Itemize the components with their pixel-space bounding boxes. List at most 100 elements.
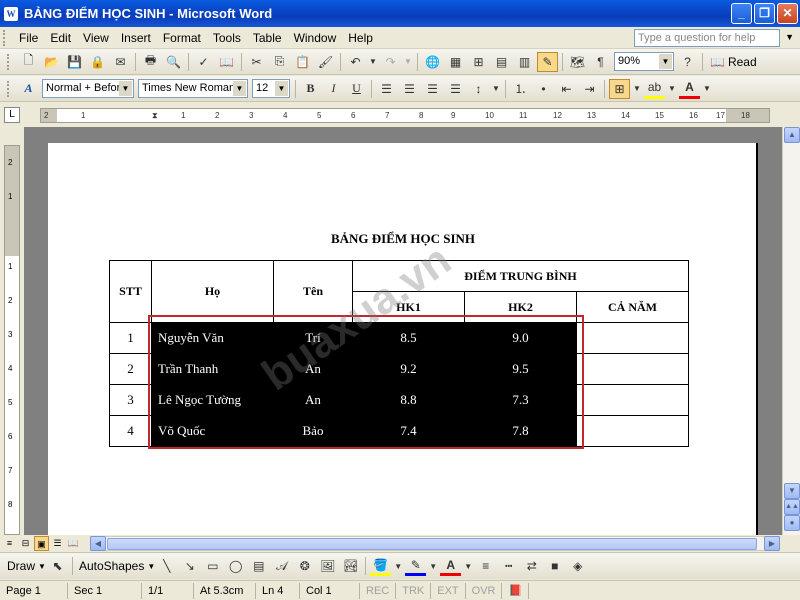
3d-style-icon[interactable]: ◈ — [567, 556, 588, 576]
menu-edit[interactable]: Edit — [44, 31, 77, 45]
header-ca-nam[interactable]: CẢ NĂM — [576, 291, 689, 323]
print-layout-icon[interactable]: ▣ — [34, 536, 49, 551]
email-icon[interactable]: ✉ — [110, 52, 131, 72]
arrow-style-icon[interactable]: ⇄ — [521, 556, 542, 576]
tab-selector[interactable]: L — [4, 107, 20, 123]
bold-button[interactable]: B — [300, 79, 321, 99]
line-style-icon[interactable]: ≡ — [475, 556, 496, 576]
align-right-icon[interactable]: ☰ — [422, 79, 443, 99]
draw-dropdown-icon[interactable]: ▼ — [38, 562, 46, 571]
cell-hk2[interactable]: 9.0 — [464, 322, 577, 354]
cell-ca-nam[interactable] — [576, 353, 689, 385]
horizontal-ruler[interactable]: 2 1 ⧗ 1 2 3 4 5 6 7 8 9 10 11 12 13 14 1… — [40, 108, 770, 123]
oval-icon[interactable]: ◯ — [225, 556, 246, 576]
read-button[interactable]: 📖 Read — [706, 55, 761, 69]
status-rec[interactable]: REC — [360, 582, 397, 599]
menu-table[interactable]: Table — [247, 31, 288, 45]
line-color-dropdown-icon[interactable]: ▼ — [428, 556, 438, 576]
cut-icon[interactable]: ✂ — [246, 52, 267, 72]
scroll-down-icon[interactable]: ▼ — [784, 483, 800, 499]
cell-ten[interactable]: Bảo — [273, 415, 353, 447]
header-stt[interactable]: STT — [109, 260, 152, 323]
print-preview-icon[interactable]: 🔍 — [163, 52, 184, 72]
reading-layout-icon[interactable]: 📖 — [66, 536, 81, 551]
horizontal-scroll-thumb[interactable] — [107, 538, 757, 550]
show-hide-icon[interactable]: ¶ — [590, 52, 611, 72]
spelling-status-icon[interactable]: 📕 — [502, 582, 530, 599]
document-area[interactable]: BẢNG ĐIỂM HỌC SINH STT Họ Tên ĐIỂM TRUNG… — [24, 127, 782, 535]
menu-insert[interactable]: Insert — [115, 31, 157, 45]
ruler-indent-marker[interactable]: ⧗ — [152, 111, 158, 121]
drawing-icon[interactable]: ✎ — [537, 51, 558, 72]
underline-button[interactable]: U — [346, 79, 367, 99]
increase-indent-icon[interactable]: ⇥ — [579, 79, 600, 99]
scroll-left-icon[interactable]: ◀ — [90, 536, 106, 551]
word-app-icon[interactable]: W — [4, 6, 18, 21]
header-diem-trung-binh[interactable]: ĐIỂM TRUNG BÌNH — [352, 260, 689, 292]
cell-hk1[interactable]: 9.2 — [352, 353, 465, 385]
menu-help[interactable]: Help — [342, 31, 379, 45]
clip-art-icon[interactable]: 🖼 — [317, 556, 338, 576]
cell-stt[interactable]: 2 — [109, 353, 152, 385]
picture-icon[interactable]: 🏞 — [340, 556, 361, 576]
cell-hk1[interactable]: 8.8 — [352, 384, 465, 416]
vertical-scrollbar[interactable]: ▲ ▼ ▲▲ ● — [782, 127, 800, 535]
cell-ho[interactable]: Võ Quốc — [151, 415, 274, 447]
autoshapes-menu[interactable]: AutoShapes — [76, 559, 147, 573]
diagram-icon[interactable]: ❂ — [294, 556, 315, 576]
draw-font-color-icon[interactable]: A — [440, 556, 462, 576]
cell-stt[interactable]: 1 — [109, 322, 152, 354]
toolbar-grip-handle[interactable] — [7, 53, 13, 70]
status-ext[interactable]: EXT — [431, 582, 466, 599]
font-color-dropdown-icon[interactable]: ▼ — [702, 79, 712, 99]
previous-page-icon[interactable]: ▲▲ — [784, 499, 800, 515]
redo-icon[interactable]: ↷ — [380, 52, 401, 72]
fill-color-dropdown-icon[interactable]: ▼ — [393, 556, 403, 576]
save-icon[interactable]: 💾 — [64, 52, 85, 72]
cell-ca-nam[interactable] — [576, 322, 689, 354]
rectangle-icon[interactable]: ▭ — [202, 556, 223, 576]
cell-hk1[interactable]: 8.5 — [352, 322, 465, 354]
bullets-icon[interactable]: • — [533, 79, 554, 99]
spelling-icon[interactable]: ✓ — [193, 52, 214, 72]
select-objects-icon[interactable]: ⬉ — [47, 556, 68, 576]
dash-style-icon[interactable]: ┅ — [498, 556, 519, 576]
draw-menu[interactable]: Draw — [4, 559, 38, 573]
shadow-style-icon[interactable]: ■ — [544, 556, 565, 576]
text-box-icon[interactable]: ▤ — [248, 556, 269, 576]
header-ten[interactable]: Tên — [273, 260, 353, 323]
tables-borders-icon[interactable]: ▦ — [445, 52, 466, 72]
zoom-dropdown-icon[interactable]: ▼ — [659, 54, 672, 69]
columns-icon[interactable]: ▥ — [514, 52, 535, 72]
font-size-dropdown-icon[interactable]: ▼ — [275, 81, 288, 96]
cell-ca-nam[interactable] — [576, 415, 689, 447]
ask-dropdown-icon[interactable]: ▼ — [785, 32, 794, 42]
new-document-icon[interactable]: 🗋 — [18, 52, 39, 72]
line-spacing-icon[interactable]: ↕ — [468, 79, 489, 99]
align-center-icon[interactable]: ☰ — [399, 79, 420, 99]
normal-view-icon[interactable]: ≡ — [2, 536, 17, 551]
wordart-icon[interactable]: 𝒜 — [271, 556, 292, 576]
font-size-select[interactable]: 12 ▼ — [252, 79, 290, 98]
borders-dropdown-icon[interactable]: ▼ — [632, 79, 642, 99]
web-layout-icon[interactable]: ⊟ — [18, 536, 33, 551]
cell-hk2[interactable]: 7.8 — [464, 415, 577, 447]
styles-formatting-icon[interactable]: A — [18, 79, 39, 99]
justify-icon[interactable]: ☰ — [445, 79, 466, 99]
cell-hk2[interactable]: 7.3 — [464, 384, 577, 416]
browse-object-icon[interactable]: ● — [784, 515, 800, 531]
vertical-ruler[interactable]: 2 1 1 2 3 4 5 6 7 8 — [4, 145, 20, 535]
menu-grip-handle[interactable] — [3, 29, 9, 46]
line-spacing-dropdown-icon[interactable]: ▼ — [491, 79, 501, 99]
status-ovr[interactable]: OVR — [466, 582, 503, 599]
cell-stt[interactable]: 4 — [109, 415, 152, 447]
undo-dropdown-icon[interactable]: ▼ — [368, 52, 378, 72]
scroll-right-icon[interactable]: ▶ — [764, 536, 780, 551]
font-dropdown-icon[interactable]: ▼ — [233, 81, 246, 96]
style-dropdown-icon[interactable]: ▼ — [119, 81, 132, 96]
header-ho[interactable]: Họ — [151, 260, 274, 323]
borders-icon[interactable]: ⊞ — [609, 78, 630, 99]
undo-icon[interactable]: ↶ — [345, 52, 366, 72]
paste-icon[interactable]: 📋 — [292, 52, 313, 72]
insert-excel-icon[interactable]: ▤ — [491, 52, 512, 72]
